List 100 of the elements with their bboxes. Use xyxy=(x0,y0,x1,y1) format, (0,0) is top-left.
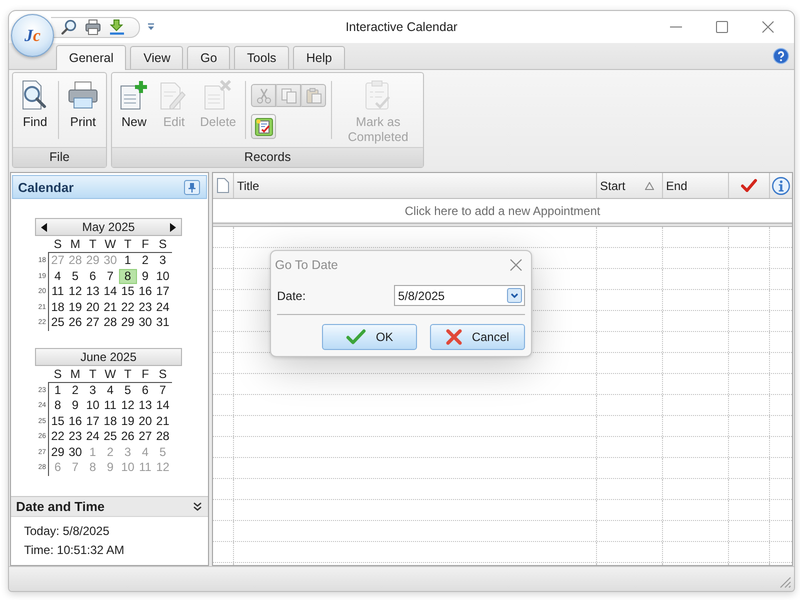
clipboard-check-icon xyxy=(365,80,392,110)
task-list-icon xyxy=(254,118,273,136)
calendar-day[interactable]: 22 xyxy=(119,300,136,315)
calendar-day[interactable]: 26 xyxy=(66,315,84,330)
tab[interactable]: General xyxy=(56,45,126,70)
calendar-day[interactable]: 11 xyxy=(49,284,66,300)
calendar-day[interactable]: 20 xyxy=(136,414,154,429)
weekday-label: S xyxy=(158,237,167,251)
customize-caret-icon[interactable] xyxy=(147,23,155,31)
calendar-day[interactable]: 1 xyxy=(49,382,66,398)
calendar-day[interactable]: 29 xyxy=(119,315,136,330)
calendar-day[interactable]: 2 xyxy=(136,253,154,268)
calendar-day[interactable]: 4 xyxy=(49,268,66,284)
small-ribbon-button[interactable] xyxy=(251,114,276,139)
calendar-day[interactable]: 27 xyxy=(84,315,102,330)
calendar-day[interactable]: 5 xyxy=(119,382,136,398)
dropdown-icon[interactable] xyxy=(507,288,522,303)
calendar-day[interactable]: 21 xyxy=(154,414,172,429)
date-time-line: Today: 5/8/2025 xyxy=(24,523,110,540)
calendar-day[interactable]: 20 xyxy=(84,300,102,315)
pin-icon[interactable] xyxy=(184,180,200,194)
weekday-label: S xyxy=(54,366,62,380)
calendar-day[interactable]: 19 xyxy=(66,300,84,315)
calendar-day[interactable]: 24 xyxy=(154,300,172,315)
calendar-day[interactable]: 10 xyxy=(84,398,102,414)
calendar-day[interactable]: 30 xyxy=(136,315,154,330)
column-header[interactable]: End xyxy=(663,173,729,198)
calendar-day[interactable]: 4 xyxy=(102,382,119,398)
download-icon[interactable] xyxy=(109,19,125,35)
calendar-day[interactable]: 15 xyxy=(49,414,66,429)
tab[interactable]: Tools xyxy=(234,46,290,69)
calendar-day[interactable]: 14 xyxy=(102,284,119,300)
tab[interactable]: View xyxy=(130,46,184,69)
ok-button[interactable]: OK xyxy=(322,324,417,350)
calendar-day[interactable]: 31 xyxy=(154,315,172,330)
column-header[interactable]: Start xyxy=(597,173,663,198)
document-icon xyxy=(217,178,229,193)
calendar-day[interactable]: 5 xyxy=(66,268,84,284)
previous-month-icon[interactable] xyxy=(41,222,47,232)
calendar-day[interactable]: 17 xyxy=(154,284,172,300)
calendar-day[interactable]: 13 xyxy=(84,284,102,300)
calendar-day[interactable]: 15 xyxy=(119,284,136,300)
calendar-day[interactable]: 22 xyxy=(49,429,66,444)
calendar-day[interactable]: 13 xyxy=(136,398,154,414)
calendar-day[interactable]: 10 xyxy=(154,268,172,284)
calendar-day[interactable]: 7 xyxy=(154,382,172,398)
next-month-icon[interactable] xyxy=(170,222,176,232)
calendar-day[interactable]: 24 xyxy=(84,429,102,444)
column-header[interactable]: Title xyxy=(234,173,597,198)
calendar-day[interactable]: 16 xyxy=(66,414,84,429)
close-icon[interactable] xyxy=(510,259,522,271)
calendar-day[interactable]: 2 xyxy=(66,382,84,398)
calendar-day[interactable]: 9 xyxy=(66,398,84,414)
calendar-day[interactable]: 27 xyxy=(136,429,154,444)
search-icon[interactable] xyxy=(61,19,77,35)
calendar-day[interactable]: 12 xyxy=(119,398,136,414)
calendar-day[interactable]: 29 xyxy=(49,444,66,460)
new-appointment-prompt[interactable]: Click here to add a new Appointment xyxy=(404,204,600,218)
tab[interactable]: Go xyxy=(187,46,230,69)
calendar-day[interactable]: 11 xyxy=(102,398,119,414)
ribbon-button[interactable]: New xyxy=(114,73,154,130)
ribbon-button[interactable]: Find xyxy=(15,73,55,130)
calendar-day[interactable]: 12 xyxy=(66,284,84,300)
calendar-day[interactable]: 25 xyxy=(102,429,119,444)
printer-icon[interactable] xyxy=(85,19,101,35)
calendar-day[interactable]: 3 xyxy=(84,382,102,398)
help-icon[interactable] xyxy=(773,48,789,64)
calendar-day[interactable]: 8 xyxy=(49,398,66,414)
calendar-day[interactable]: 7 xyxy=(102,268,119,284)
calendar-day[interactable]: 23 xyxy=(66,429,84,444)
calendar-day[interactable]: 8 xyxy=(119,268,136,284)
maximize-icon[interactable] xyxy=(716,21,728,33)
date-field[interactable]: 5/8/2025 xyxy=(394,285,525,306)
calendar-day[interactable]: 9 xyxy=(136,268,154,284)
calendar-day[interactable]: 17 xyxy=(84,414,102,429)
calendar-day[interactable]: 1 xyxy=(119,253,136,268)
cancel-button[interactable]: Cancel xyxy=(430,324,525,350)
calendar-day[interactable]: 3 xyxy=(154,253,172,268)
resize-grip-icon[interactable] xyxy=(780,577,791,588)
weekday-label: W xyxy=(104,366,116,380)
calendar-day[interactable]: 18 xyxy=(49,300,66,315)
tab[interactable]: Help xyxy=(293,46,345,69)
calendar-day[interactable]: 28 xyxy=(102,315,119,330)
minimize-icon[interactable] xyxy=(670,26,682,28)
calendar-day[interactable]: 6 xyxy=(84,268,102,284)
calendar-day[interactable]: 18 xyxy=(102,414,119,429)
info-icon xyxy=(772,176,790,194)
calendar-day[interactable]: 28 xyxy=(154,429,172,444)
calendar-day[interactable]: 19 xyxy=(119,414,136,429)
close-icon[interactable] xyxy=(762,21,774,33)
calendar-day[interactable]: 26 xyxy=(119,429,136,444)
calendar-day[interactable]: 21 xyxy=(102,300,119,315)
calendar-day[interactable]: 14 xyxy=(154,398,172,414)
calendar-day[interactable]: 25 xyxy=(49,315,66,330)
calendar-day[interactable]: 16 xyxy=(136,284,154,300)
calendar-day[interactable]: 6 xyxy=(136,382,154,398)
calendar-day[interactable]: 30 xyxy=(66,444,84,460)
collapse-chevron-icon[interactable] xyxy=(193,502,202,511)
calendar-day[interactable]: 23 xyxy=(136,300,154,315)
ribbon-button[interactable]: Print xyxy=(62,73,104,130)
